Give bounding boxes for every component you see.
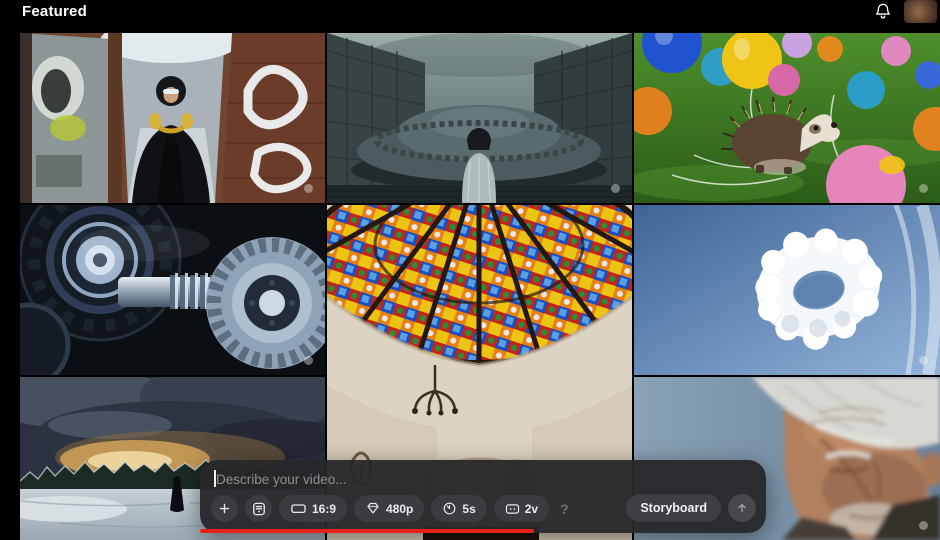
thumbnail-ring-cloud — [634, 205, 940, 375]
clock-icon — [443, 502, 456, 515]
tile-corner-icon — [919, 356, 928, 365]
thumbnail-engine-gears — [20, 205, 325, 375]
plus-icon — [219, 503, 230, 514]
preset-card-icon — [252, 502, 265, 515]
prompt-composer: 16:9 480p 5s 2v ? Story — [200, 460, 766, 533]
tile-corner-icon — [919, 521, 928, 530]
resolution-label: 480p — [386, 501, 414, 516]
text-caret — [214, 470, 216, 487]
variations-label: 2v — [524, 501, 539, 516]
avatar-image — [904, 0, 937, 23]
video-tile-graffiti-alley[interactable] — [20, 33, 325, 203]
tile-corner-icon — [304, 356, 313, 365]
prompt-row — [200, 466, 766, 492]
generation-progress — [200, 529, 534, 533]
thumbnail-hedgehog-balloons — [634, 33, 940, 203]
tile-corner-icon — [919, 184, 928, 193]
submit-button[interactable] — [728, 494, 756, 522]
variations-button[interactable]: 2v — [493, 495, 550, 522]
top-bar: Featured — [0, 0, 940, 33]
thumbnail-saucer-building — [327, 33, 632, 203]
generation-progress-track — [200, 529, 766, 533]
preset-library-button[interactable] — [245, 495, 272, 522]
arrow-up-icon — [738, 503, 746, 513]
aspect-ratio-icon — [291, 504, 306, 514]
composer-right-controls: Storyboard — [626, 494, 756, 522]
notifications-bell-icon[interactable] — [873, 1, 893, 21]
user-avatar[interactable] — [904, 0, 937, 23]
add-attachment-button[interactable] — [211, 495, 238, 522]
page-title: Featured — [22, 3, 87, 20]
composer-controls: 16:9 480p 5s 2v ? — [211, 495, 573, 522]
help-button[interactable]: ? — [556, 501, 573, 517]
tile-corner-icon — [304, 184, 313, 193]
aspect-ratio-button[interactable]: 16:9 — [279, 495, 348, 522]
duration-button[interactable]: 5s — [431, 495, 487, 522]
resolution-button[interactable]: 480p — [354, 495, 425, 522]
gem-icon — [367, 502, 379, 514]
app-window: Featured Describe your video... 16:9 480… — [0, 0, 940, 540]
video-tile-ring-cloud[interactable] — [634, 205, 940, 375]
video-tile-engine-gears[interactable] — [20, 205, 325, 375]
prompt-input[interactable] — [200, 466, 766, 492]
video-tile-hedgehog-balloons[interactable] — [634, 33, 940, 203]
aspect-ratio-label: 16:9 — [312, 501, 337, 516]
tile-corner-icon — [611, 184, 620, 193]
storyboard-button[interactable]: Storyboard — [626, 494, 721, 522]
variations-icon — [505, 503, 519, 514]
video-tile-saucer-building[interactable] — [327, 33, 632, 203]
thumbnail-graffiti-alley — [20, 33, 325, 203]
duration-label: 5s — [462, 501, 476, 516]
